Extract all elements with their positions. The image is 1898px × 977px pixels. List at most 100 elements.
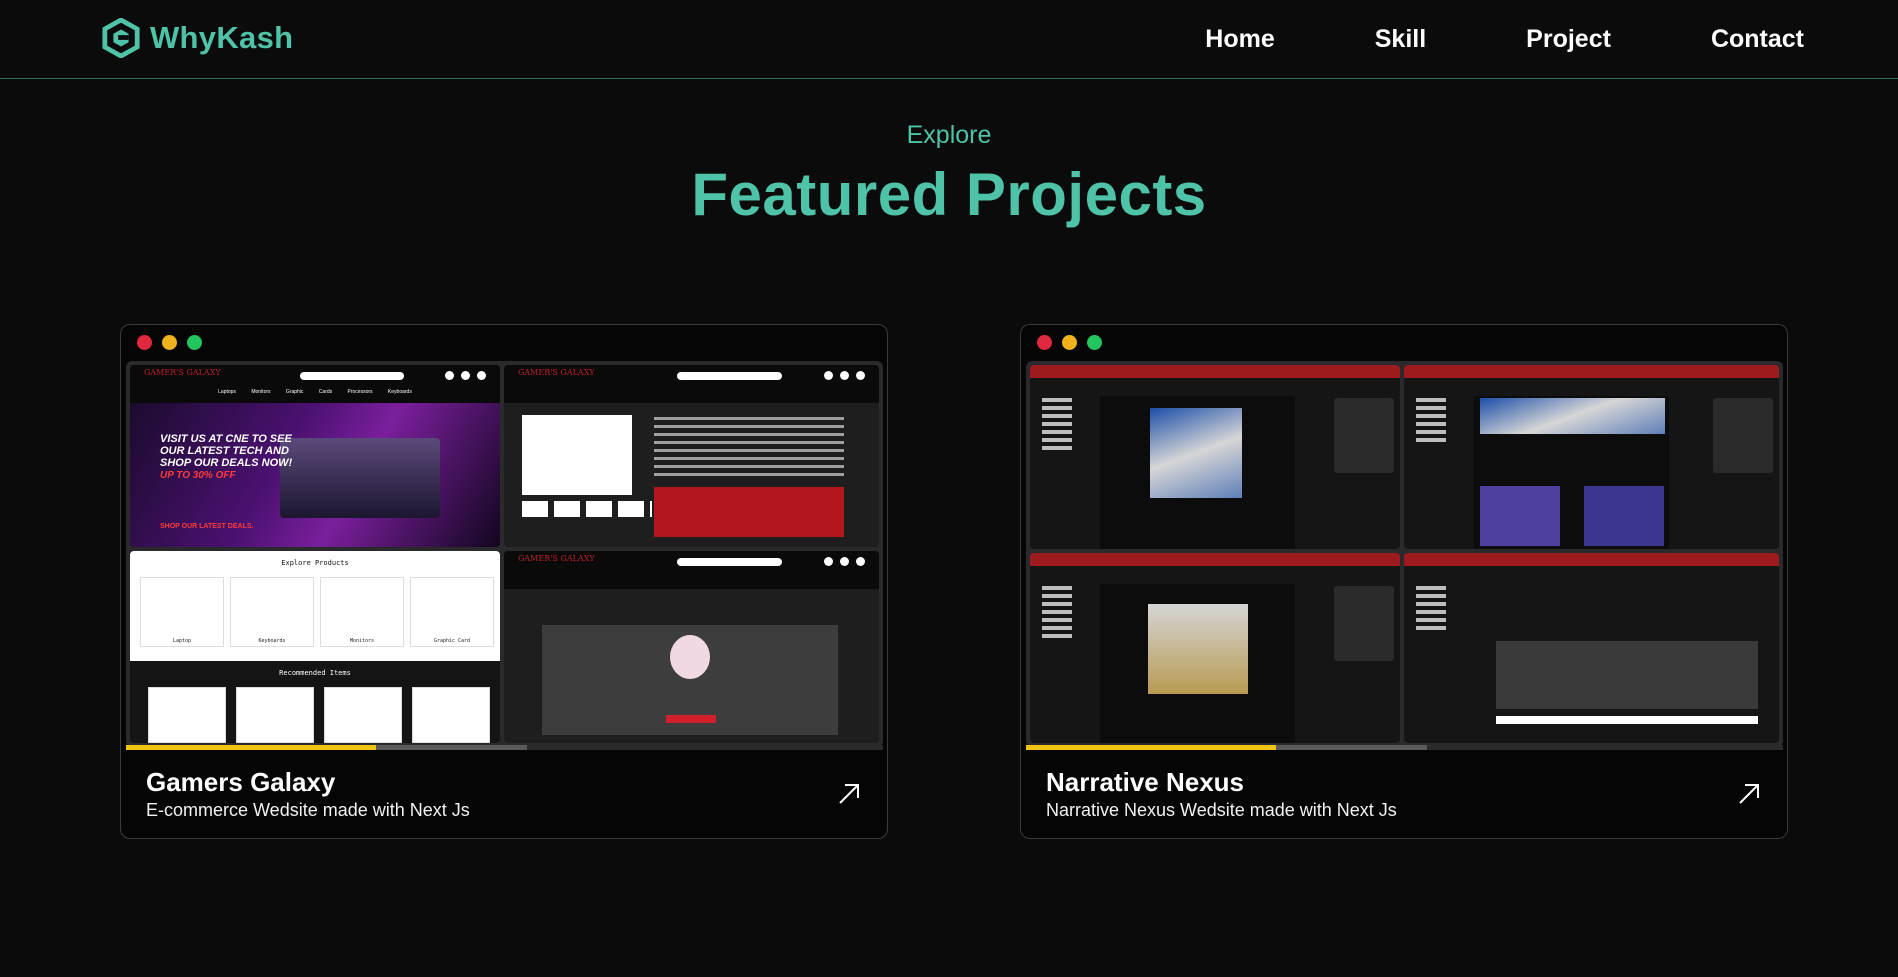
window-controls	[1037, 335, 1102, 350]
preview-hero-cta: SHOP OUR LATEST DEALS.	[160, 523, 254, 530]
preview-navbar-2: GAMER'S GALAXY	[504, 365, 879, 403]
preview-header-bar-3	[1030, 553, 1400, 566]
nav-home[interactable]: Home	[1155, 22, 1324, 56]
preview-header-bar	[1030, 365, 1400, 378]
preview-home-pane: GAMER'S GALAXY Laptops Monitors Graphic …	[130, 365, 500, 547]
preview-upload-box	[1496, 641, 1758, 709]
preview-hero-banner: VISIT US AT CNE TO SEE OUR LATEST TECH A…	[130, 403, 500, 547]
preview-create-pane	[1404, 553, 1779, 743]
preview-category-label: Graphic Card	[433, 638, 471, 644]
navbar: WhyKash Home Skill Project Contact	[0, 0, 1898, 79]
preview-post-image-2	[1148, 604, 1248, 694]
carousel-progress-bar	[126, 745, 883, 750]
preview-category-label: Monitors	[349, 638, 375, 644]
section-eyebrow: Explore	[906, 121, 992, 149]
nav-contact[interactable]: Contact	[1661, 22, 1804, 56]
preview-hero-discount: UP TO 30% OFF	[160, 470, 236, 481]
preview-sidebar	[1034, 394, 1094, 545]
minimize-dot	[1062, 335, 1077, 350]
maximize-dot	[187, 335, 202, 350]
preview-post-image	[1150, 408, 1242, 498]
carousel-progress-fill	[126, 745, 376, 750]
carousel-progress-bar	[1026, 745, 1783, 750]
preview-recommended-tile	[412, 687, 490, 743]
preview-header-bar-2	[1404, 365, 1779, 378]
nav-skill[interactable]: Skill	[1325, 22, 1476, 56]
preview-navbar-3: GAMER'S GALAXY	[504, 551, 879, 589]
preview-sidebar-4	[1408, 582, 1468, 739]
preview-popular-panel	[1334, 398, 1394, 473]
preview-cart-pane: GAMER'S GALAXY	[504, 551, 879, 743]
preview-header-bar-4	[1404, 553, 1779, 566]
nav-project[interactable]: Project	[1476, 22, 1661, 56]
preview-search-bar-2	[676, 372, 782, 380]
window-controls	[137, 335, 202, 350]
preview-search-bar	[300, 372, 404, 380]
project-preview-image[interactable]	[1026, 361, 1783, 747]
arrow-up-right-icon[interactable]	[1737, 782, 1761, 806]
preview-category-row: Laptop Keyboards Monitors Graphic Card	[140, 577, 494, 647]
preview-profile	[1474, 396, 1669, 549]
minimize-dot	[162, 335, 177, 350]
preview-recommended-tile	[324, 687, 402, 743]
preview-category-tile: Graphic Card	[410, 577, 494, 647]
preview-submit-bar	[1496, 716, 1758, 724]
close-dot	[137, 335, 152, 350]
preview-sidebar-2	[1408, 394, 1468, 545]
preview-category-tile: Laptop	[140, 577, 224, 647]
project-preview-image[interactable]: GAMER'S GALAXY Laptops Monitors Graphic …	[126, 361, 883, 747]
preview-product-desc	[654, 487, 844, 537]
carousel-progress-secondary	[375, 745, 528, 750]
arrow-up-right-icon[interactable]	[837, 782, 861, 806]
preview-hero-headline: VISIT US AT CNE TO SEE OUR LATEST TECH A…	[160, 433, 293, 469]
preview-brand-3: GAMER'S GALAXY	[518, 554, 595, 563]
preview-post-thumb	[1584, 486, 1664, 546]
hexagon-logo-icon	[102, 18, 140, 58]
preview-body-3	[1030, 566, 1400, 743]
preview-product-image	[522, 415, 632, 495]
preview-feed-pane	[1030, 365, 1400, 549]
project-card-narrative-nexus[interactable]: Narrative Nexus Narrative Nexus Wedsite …	[1020, 324, 1788, 839]
main-nav: Home Skill Project Contact	[1155, 22, 1804, 56]
preview-profile-pane	[1404, 365, 1779, 549]
preview-category-tile: Monitors	[320, 577, 404, 647]
project-card-gamers-galaxy[interactable]: GAMER'S GALAXY Laptops Monitors Graphic …	[120, 324, 888, 839]
preview-recommended-tile	[236, 687, 314, 743]
preview-navbar: GAMER'S GALAXY Laptops Monitors Graphic …	[130, 365, 500, 403]
preview-cart-illustration	[670, 635, 710, 679]
project-title: Narrative Nexus	[1046, 767, 1244, 797]
preview-explore-pane: Explore Products Laptop Keyboards Monito…	[130, 551, 500, 743]
brand-logo[interactable]: WhyKash	[102, 18, 293, 58]
preview-feed	[1100, 396, 1295, 549]
project-description: Narrative Nexus Wedsite made with Next J…	[1046, 800, 1397, 820]
preview-product-thumbs	[522, 501, 652, 517]
carousel-progress-secondary	[1275, 745, 1428, 750]
preview-popular-panel-2	[1713, 398, 1773, 473]
preview-product-pane: GAMER'S GALAXY	[504, 365, 879, 547]
preview-brand-2: GAMER'S GALAXY	[518, 368, 595, 377]
preview-brand: GAMER'S GALAXY	[144, 368, 221, 377]
preview-popular-panel-3	[1334, 586, 1394, 661]
preview-nav-icons-2	[824, 371, 865, 380]
preview-product-info	[654, 417, 844, 477]
project-title: Gamers Galaxy	[146, 767, 336, 797]
preview-search-bar-3	[676, 558, 782, 566]
preview-explore-heading: Explore Products	[281, 559, 349, 567]
preview-recommended-row	[148, 687, 490, 743]
preview-sidebar-3	[1034, 582, 1094, 739]
preview-cover-image	[1480, 398, 1665, 434]
preview-recommended-tile	[148, 687, 226, 743]
preview-feed-2	[1100, 584, 1295, 743]
preview-explore-section: Explore Products Laptop Keyboards Monito…	[130, 551, 500, 661]
carousel-progress-fill	[1026, 745, 1276, 750]
preview-post-thumb	[1480, 486, 1560, 546]
preview-category-label: Laptop	[172, 638, 192, 644]
maximize-dot	[1087, 335, 1102, 350]
preview-body-4	[1404, 566, 1779, 743]
preview-body	[1030, 378, 1400, 549]
preview-category-label: Keyboards	[258, 638, 286, 644]
project-description: E-commerce Wedsite made with Next Js	[146, 800, 470, 820]
preview-nav-icons-3	[824, 557, 865, 566]
section-title: Featured Projects	[691, 161, 1207, 228]
preview-cart-box	[542, 625, 838, 735]
